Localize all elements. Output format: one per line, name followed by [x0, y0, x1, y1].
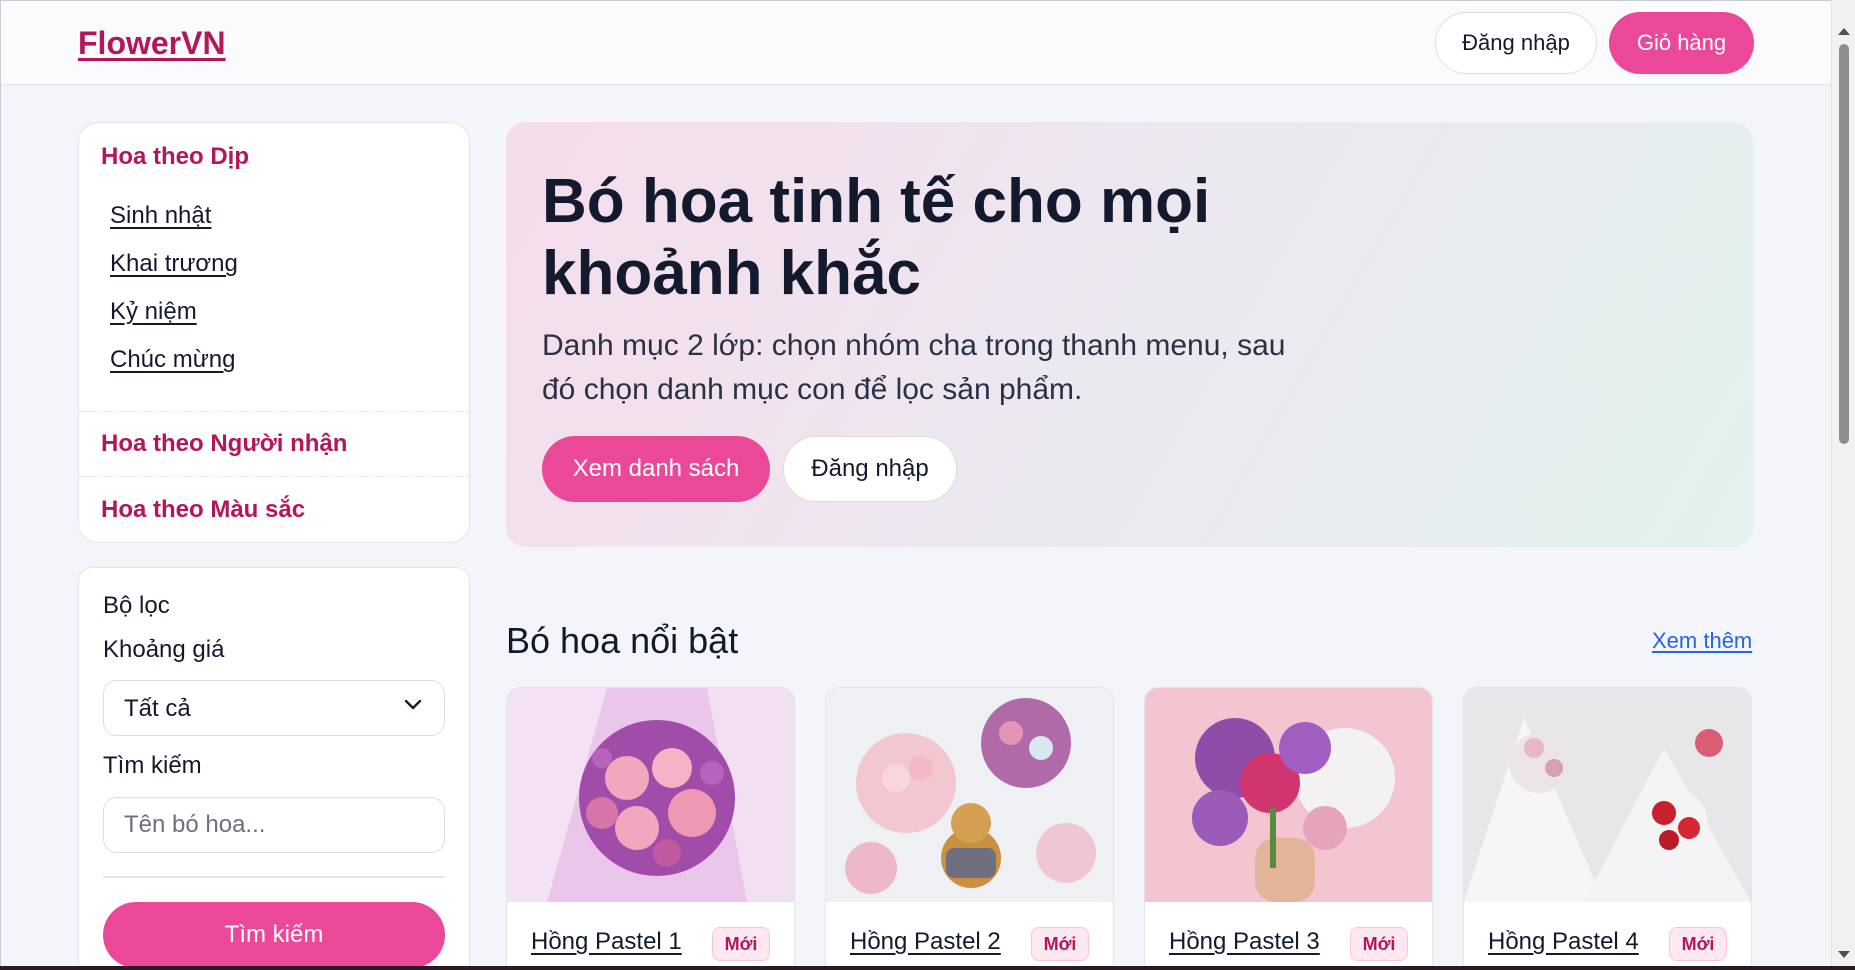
product-image[interactable]: [1464, 688, 1751, 902]
subcategory-opening[interactable]: Khai trương: [110, 250, 238, 278]
new-badge: Mới: [712, 927, 770, 961]
product-card[interactable]: Hồng Pastel 2 Mới: [825, 687, 1114, 970]
subcategory-congratulations[interactable]: Chúc mừng: [110, 346, 235, 374]
search-button[interactable]: Tìm kiếm: [103, 902, 445, 968]
category-divider: [79, 476, 469, 477]
product-card[interactable]: Hồng Pastel 1 Mới: [506, 687, 795, 970]
scroll-up-icon[interactable]: [1838, 28, 1850, 35]
price-range-select[interactable]: Tất cả: [103, 680, 445, 736]
search-label: Tìm kiếm: [103, 752, 202, 779]
new-badge: Mới: [1350, 927, 1408, 961]
category-group-occasion[interactable]: Hoa theo Dịp: [101, 143, 249, 171]
scroll-down-icon[interactable]: [1838, 951, 1850, 958]
product-card[interactable]: Hồng Pastel 3 Mới: [1144, 687, 1433, 970]
featured-section-title: Bó hoa nổi bật: [506, 620, 739, 661]
category-divider: [79, 411, 469, 412]
product-image[interactable]: [1145, 688, 1432, 902]
see-more-link[interactable]: Xem thêm: [1652, 628, 1752, 654]
product-name[interactable]: Hồng Pastel 3: [1169, 928, 1320, 956]
cart-button[interactable]: Giỏ hàng: [1609, 12, 1754, 74]
scrollbar-thumb[interactable]: [1839, 44, 1849, 444]
site-header: FlowerVN Đăng nhập Giỏ hàng: [1, 1, 1831, 85]
page-scrollbar[interactable]: [1831, 0, 1855, 966]
new-badge: Mới: [1669, 927, 1727, 961]
site-logo[interactable]: FlowerVN: [78, 25, 226, 62]
window-border-bottom: [0, 966, 1855, 970]
subcategory-birthday[interactable]: Sinh nhật: [110, 202, 211, 230]
product-name[interactable]: Hồng Pastel 4: [1488, 928, 1639, 956]
product-image[interactable]: [507, 688, 794, 902]
new-badge: Mới: [1031, 927, 1089, 961]
window-border-left: [0, 0, 1, 970]
filter-title: Bộ lọc: [103, 592, 170, 619]
hero-banner: Bó hoa tinh tế cho mọi khoảnh khắc Danh …: [506, 122, 1753, 547]
subcategory-anniversary[interactable]: Kỷ niệm: [110, 298, 197, 326]
category-menu: Hoa theo Dịp Sinh nhật Khai trương Kỷ ni…: [78, 122, 470, 543]
filter-panel: Bộ lọc Khoảng giá Tất cả Tìm kiếm Tìm ki…: [78, 567, 470, 970]
product-card[interactable]: Hồng Pastel 4 Mới: [1463, 687, 1752, 970]
chevron-down-icon: [404, 699, 422, 710]
hero-description: Danh mục 2 lớp: chọn nhóm cha trong than…: [542, 329, 1286, 406]
price-range-value: Tất cả: [124, 695, 191, 722]
header-login-button[interactable]: Đăng nhập: [1435, 12, 1597, 74]
category-group-color[interactable]: Hoa theo Màu sắc: [101, 496, 305, 524]
product-name[interactable]: Hồng Pastel 2: [850, 928, 1001, 956]
filter-divider: [103, 876, 445, 878]
product-name[interactable]: Hồng Pastel 1: [531, 928, 682, 956]
hero-login-button[interactable]: Đăng nhập: [783, 436, 957, 502]
category-group-recipient[interactable]: Hoa theo Người nhận: [101, 430, 347, 458]
price-range-label: Khoảng giá: [103, 636, 225, 663]
view-list-button[interactable]: Xem danh sách: [542, 436, 770, 502]
hero-title: Bó hoa tinh tế cho mọi khoảnh khắc: [542, 167, 1211, 308]
search-input[interactable]: [103, 797, 445, 853]
product-image[interactable]: [826, 688, 1113, 902]
